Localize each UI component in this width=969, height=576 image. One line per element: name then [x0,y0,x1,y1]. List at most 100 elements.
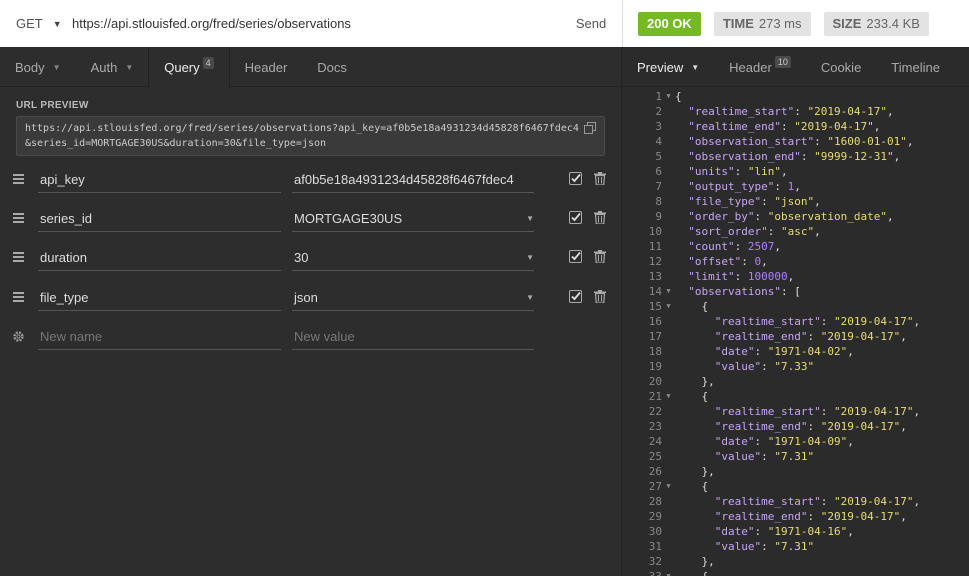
copy-icon[interactable] [584,122,596,134]
tab-label: Docs [317,59,347,75]
code-line: 22 "realtime_start": "2019-04-17", [622,404,969,419]
fold-gutter [662,104,675,119]
line-number: 9 [655,210,662,223]
drag-handle-icon[interactable] [13,252,24,262]
tab-auth[interactable]: Auth ▼ [76,47,149,87]
tab-body[interactable]: Body ▼ [0,47,76,87]
param-name-input[interactable]: file_type [38,283,281,311]
code-text: }, [701,555,715,568]
param-value-text: MORTGAGE30US [294,211,403,226]
code-line: 11 "count": 2507, [622,239,969,254]
code-text: "count": 2507, [688,240,781,253]
fold-arrow-icon[interactable]: ▼ [662,89,675,104]
trash-icon[interactable] [594,211,606,224]
checkbox-icon[interactable] [569,250,582,263]
new-param-row: New name New value [0,322,622,352]
param-value-input[interactable]: json ▼ [292,283,534,311]
request-panel: Body ▼ Auth ▼ Query 4 Header Docs URL PR… [0,47,622,576]
fold-arrow-icon[interactable]: ▼ [662,479,675,494]
tab-header[interactable]: Header [230,47,303,87]
fold-gutter [662,404,675,419]
fold-gutter [662,509,675,524]
param-name-input[interactable]: series_id [38,204,281,232]
drag-handle-icon[interactable] [13,213,24,223]
code-line: 21 ▼ { [622,389,969,404]
param-row: duration 30 ▼ [0,243,622,273]
line-number: 10 [648,225,662,238]
drag-handle-icon[interactable] [13,292,24,302]
code-text: "offset": 0, [688,255,768,268]
url-input[interactable]: https://api.stlouisfed.org/fred/series/o… [72,16,560,31]
code-line: 19 "value": "7.33" [622,359,969,374]
tab-preview[interactable]: Preview ▼ [622,47,714,87]
param-value-input[interactable]: MORTGAGE30US ▼ [292,204,534,232]
line-number: 8 [655,195,662,208]
code-text: "realtime_start": "2019-04-17", [714,315,921,328]
tab-docs[interactable]: Docs [302,47,362,87]
fold-gutter [662,494,675,509]
checkbox-icon[interactable] [569,172,582,185]
fold-gutter [662,209,675,224]
line-number: 24 [648,435,662,448]
code-line: 24 "date": "1971-04-09", [622,434,969,449]
json-preview[interactable]: 1 ▼{2 "realtime_start": "2019-04-17", 3 "r… [622,89,969,576]
gear-icon[interactable] [12,330,25,343]
caret-down-icon: ▼ [52,62,61,72]
param-value-input[interactable]: 30 ▼ [292,243,534,271]
new-param-value-input[interactable]: New value [292,322,534,350]
request-tabs: Body ▼ Auth ▼ Query 4 Header Docs [0,47,621,88]
line-number: 22 [648,405,662,418]
trash-icon[interactable] [594,172,606,185]
fold-arrow-icon[interactable]: ▼ [662,389,675,404]
caret-down-icon: ▼ [526,253,534,262]
line-number: 14 [648,285,662,298]
fold-arrow-icon[interactable]: ▼ [662,569,675,576]
code-line: 23 "realtime_end": "2019-04-17", [622,419,969,434]
code-line: 1 ▼{ [622,89,969,104]
code-line: 16 "realtime_start": "2019-04-17", [622,314,969,329]
line-number: 13 [648,270,662,283]
line-number: 20 [648,375,662,388]
response-panel: Preview ▼ Header 10 Cookie Timeline 1 ▼{ 2… [622,47,969,576]
fold-arrow-icon[interactable]: ▼ [662,299,675,314]
fold-arrow-icon[interactable]: ▼ [662,284,675,299]
trash-icon[interactable] [594,250,606,263]
code-text: "observation_start": "1600-01-01", [688,135,914,148]
tab-response-header[interactable]: Header 10 [714,47,806,87]
fold-gutter [662,449,675,464]
line-number: 5 [655,150,662,163]
code-line: 27 ▼ { [622,479,969,494]
param-value-input[interactable]: af0b5e18a4931234d45828f6467fdec4 [292,165,534,193]
trash-icon[interactable] [594,290,606,303]
tab-query[interactable]: Query 4 [148,47,230,88]
code-text: "observations": [ [688,285,801,298]
code-line: 15 ▼ { [622,299,969,314]
tab-label: Preview [637,59,684,75]
line-number: 23 [648,420,662,433]
line-number: 7 [655,180,662,193]
tab-cookie[interactable]: Cookie [806,47,876,87]
code-text: { [675,90,682,103]
new-param-name-input[interactable]: New name [38,322,281,350]
size-badge: SIZE 233.4 KB [823,11,929,36]
tab-label: Auth [90,59,118,75]
send-button[interactable]: Send [560,0,622,47]
caret-down-icon: ▼ [691,62,700,72]
line-number: 3 [655,120,662,133]
checkbox-icon[interactable] [569,290,582,303]
code-text: { [701,390,709,403]
tab-timeline[interactable]: Timeline [876,47,955,87]
param-row: file_type json ▼ [0,283,622,313]
drag-handle-icon[interactable] [13,174,24,184]
code-line: 6 "units": "lin", [622,164,969,179]
param-name-input[interactable]: duration [38,243,281,271]
code-line: 13 "limit": 100000, [622,269,969,284]
code-line: 9 "order_by": "observation_date", [622,209,969,224]
method-dropdown[interactable]: GET ▼ [0,0,72,47]
param-name-input[interactable]: api_key [38,165,281,193]
checkbox-icon[interactable] [569,211,582,224]
tab-label: Cookie [820,59,862,75]
caret-down-icon: ▼ [125,62,134,72]
param-value-text: 30 [294,250,309,265]
time-value: 273 ms [758,16,802,31]
